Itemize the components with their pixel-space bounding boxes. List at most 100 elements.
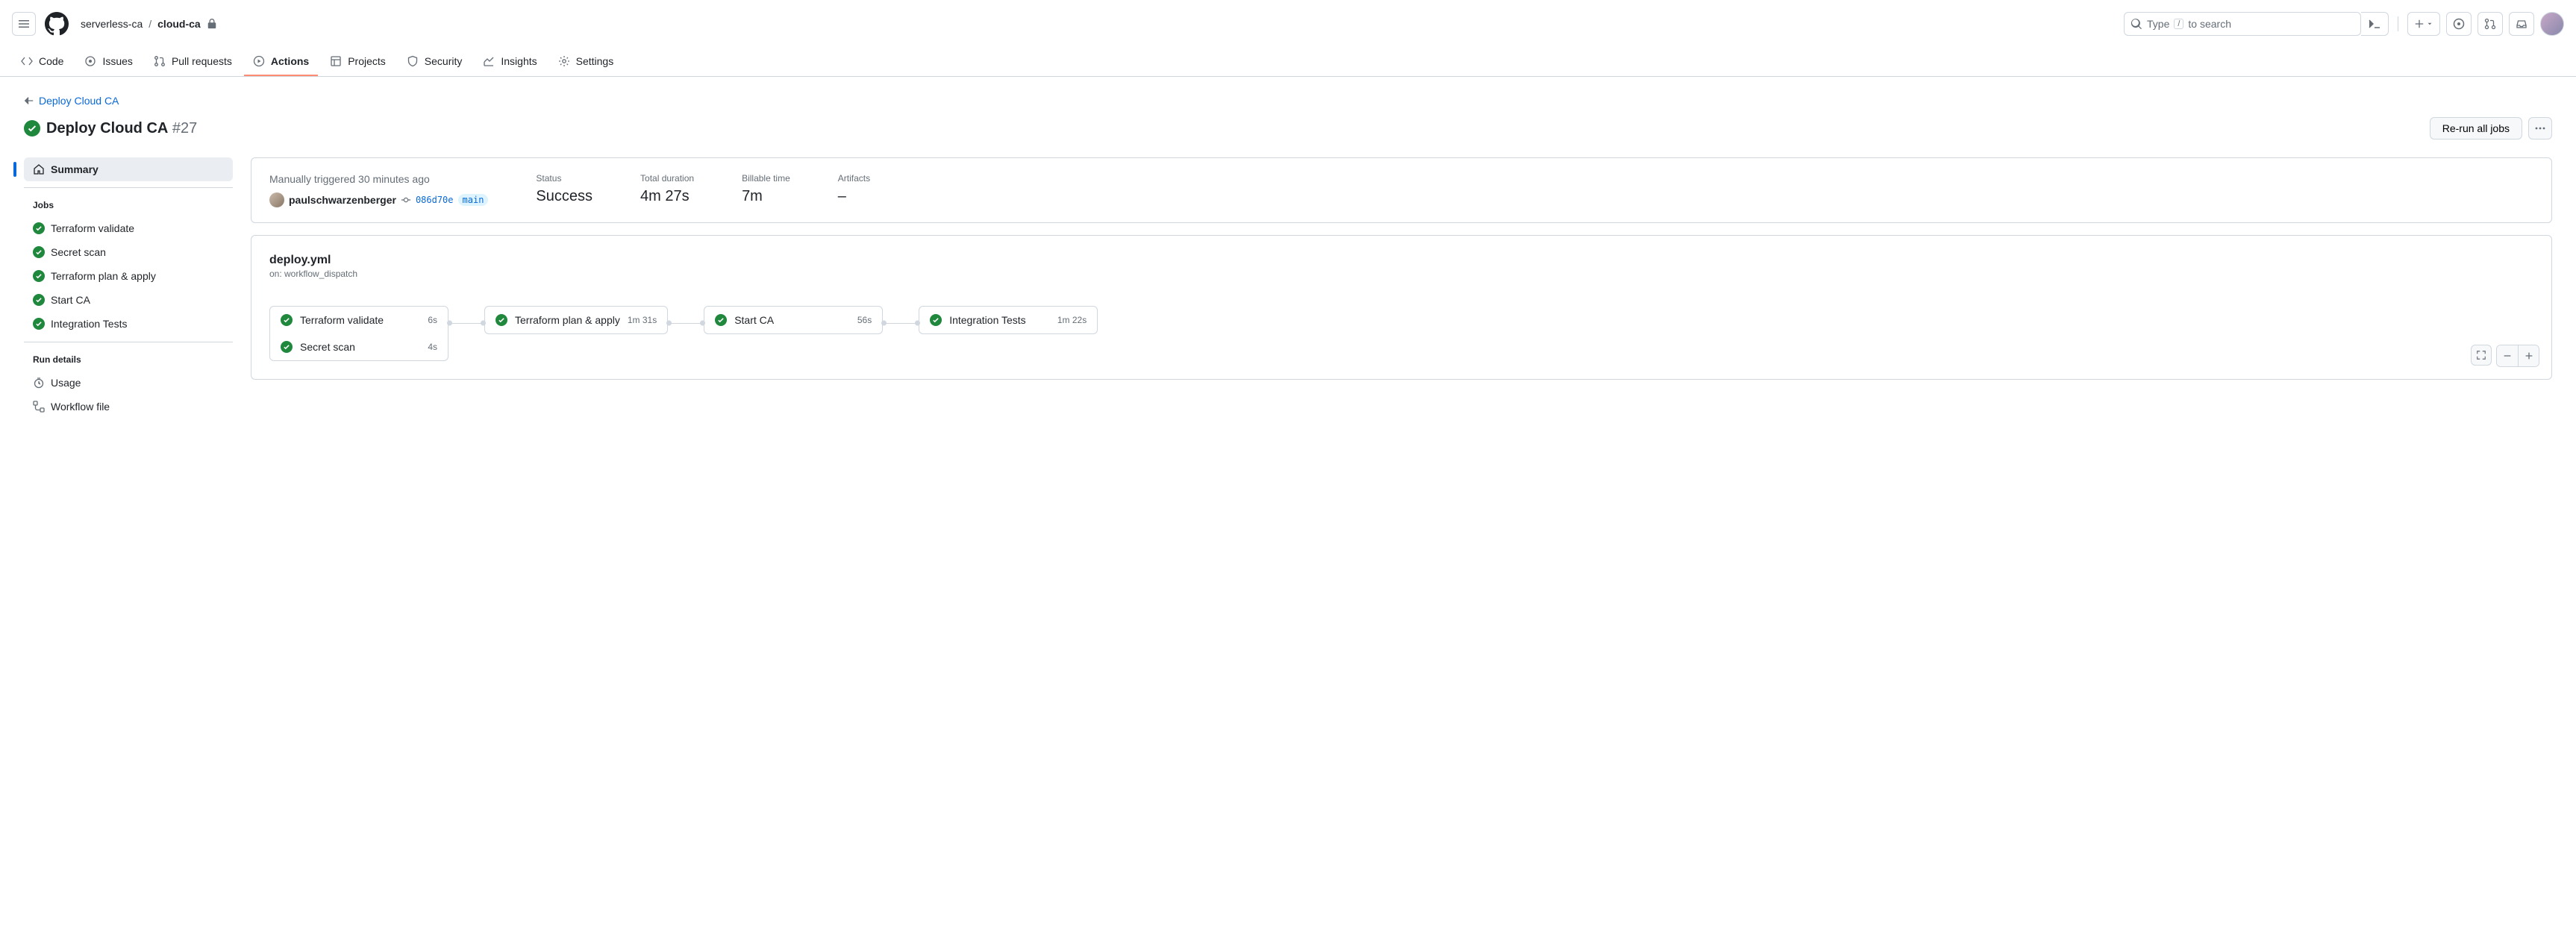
sidebar-job-terraform-plan-apply[interactable]: Terraform plan & apply — [24, 264, 233, 288]
tab-insights[interactable]: Insights — [474, 48, 545, 76]
sidebar-job-secret-scan[interactable]: Secret scan — [24, 240, 233, 264]
search-input[interactable]: Type / to search — [2124, 12, 2361, 36]
back-link[interactable]: Deploy Cloud CA — [24, 95, 119, 107]
tab-label: Security — [425, 55, 463, 67]
tab-issues[interactable]: Issues — [75, 48, 141, 76]
tab-label: Actions — [271, 55, 309, 67]
user-avatar[interactable] — [269, 192, 284, 207]
branch-badge[interactable]: main — [458, 194, 489, 206]
hamburger-menu-button[interactable] — [12, 12, 36, 36]
notifications-button[interactable] — [2509, 12, 2534, 36]
divider — [24, 187, 233, 188]
sidebar-usage[interactable]: Usage — [24, 371, 233, 395]
run-actions: Re-run all jobs — [2430, 117, 2552, 140]
sidebar-job-integration-tests[interactable]: Integration Tests — [24, 312, 233, 336]
code-icon — [21, 55, 33, 67]
sidebar-run-details-heading: Run details — [24, 348, 233, 371]
job-name: Terraform plan & apply — [515, 314, 620, 326]
run-header: Deploy Cloud CA #27 Re-run all jobs — [24, 117, 2552, 140]
summary-artifacts: Artifacts – — [838, 173, 870, 207]
shield-icon — [407, 55, 419, 67]
command-palette-button[interactable] — [2361, 12, 2389, 36]
job-group-stage1: Terraform validate 6s Secret scan 4s — [269, 306, 448, 361]
kebab-horizontal-icon — [2534, 122, 2546, 134]
summary-status: Status Success — [536, 173, 593, 207]
sidebar-item-label: Summary — [51, 163, 99, 175]
tab-settings[interactable]: Settings — [549, 48, 623, 76]
run-number: #27 — [172, 120, 197, 137]
main-layout: Summary Jobs Terraform validate Secret s… — [24, 157, 2552, 419]
triangle-down-icon — [2426, 20, 2433, 28]
tab-code[interactable]: Code — [12, 48, 72, 76]
breadcrumb: serverless-ca / cloud-ca — [81, 18, 217, 30]
sidebar-item-label: Secret scan — [51, 246, 106, 258]
status-success-icon — [24, 120, 40, 137]
hamburger-icon — [18, 18, 30, 30]
trigger-text: Manually triggered 30 minutes ago — [269, 173, 488, 185]
sidebar-job-start-ca[interactable]: Start CA — [24, 288, 233, 312]
tab-label: Projects — [348, 55, 386, 67]
home-icon — [33, 163, 45, 175]
summary-label: Total duration — [640, 173, 694, 184]
job-name: Secret scan — [300, 341, 420, 353]
summary-label: Status — [536, 173, 593, 184]
issue-opened-icon — [2453, 18, 2465, 30]
back-link-text: Deploy Cloud CA — [39, 95, 119, 107]
workflow-graph: Terraform validate 6s Secret scan 4s Ter… — [269, 306, 2533, 361]
issues-button[interactable] — [2446, 12, 2472, 36]
triggered-by-user[interactable]: paulschwarzenberger — [289, 194, 396, 206]
tab-label: Issues — [102, 55, 132, 67]
run-title-wrap: Deploy Cloud CA #27 — [24, 120, 197, 137]
job-node-start-ca[interactable]: Start CA 56s — [704, 306, 883, 334]
job-duration: 56s — [857, 315, 872, 325]
status-success-icon — [33, 318, 45, 330]
workflow-graph-card: deploy.yml on: workflow_dispatch Terrafo… — [251, 235, 2552, 380]
create-new-button[interactable] — [2407, 12, 2440, 36]
sidebar-job-terraform-validate[interactable]: Terraform validate — [24, 216, 233, 240]
zoom-in-button[interactable] — [2518, 345, 2539, 366]
sidebar-item-label: Terraform validate — [51, 222, 134, 234]
summary-value: Success — [536, 188, 593, 205]
breadcrumb-owner[interactable]: serverless-ca — [81, 18, 143, 30]
chevron-right-icon — [2369, 18, 2380, 30]
commit-sha-link[interactable]: 086d70e — [416, 195, 454, 205]
job-node-integration-tests[interactable]: Integration Tests 1m 22s — [919, 306, 1098, 334]
sidebar-item-label: Workflow file — [51, 401, 110, 413]
tab-security[interactable]: Security — [398, 48, 472, 76]
more-actions-button[interactable] — [2528, 117, 2552, 140]
rerun-all-jobs-button[interactable]: Re-run all jobs — [2430, 117, 2522, 140]
zoom-group — [2496, 345, 2539, 367]
status-success-icon — [33, 294, 45, 306]
github-logo-icon[interactable] — [45, 12, 69, 36]
status-success-icon — [715, 314, 727, 326]
job-node-terraform-validate[interactable]: Terraform validate 6s — [270, 307, 448, 333]
status-success-icon — [33, 222, 45, 234]
summary-label: Billable time — [742, 173, 790, 184]
summary-value: 4m 27s — [640, 188, 694, 205]
play-icon — [253, 55, 265, 67]
tab-actions[interactable]: Actions — [244, 48, 318, 76]
sidebar-workflow-file[interactable]: Workflow file — [24, 395, 233, 419]
zoom-out-button[interactable] — [2497, 345, 2518, 366]
graph-connector — [448, 322, 484, 324]
job-node-terraform-plan-apply[interactable]: Terraform plan & apply 1m 31s — [484, 306, 668, 334]
top-header: serverless-ca / cloud-ca Type / to searc… — [0, 0, 2576, 48]
fullscreen-button[interactable] — [2471, 345, 2492, 366]
breadcrumb-repo[interactable]: cloud-ca — [157, 18, 201, 30]
tab-label: Settings — [576, 55, 614, 67]
pull-requests-button[interactable] — [2477, 12, 2503, 36]
graph-connector — [883, 322, 919, 324]
user-avatar[interactable] — [2540, 12, 2564, 36]
status-success-icon — [495, 314, 507, 326]
job-name: Integration Tests — [949, 314, 1050, 326]
run-name: Deploy Cloud CA — [46, 120, 168, 137]
tab-label: Insights — [501, 55, 537, 67]
job-duration: 4s — [428, 342, 437, 352]
tab-pull-requests[interactable]: Pull requests — [145, 48, 241, 76]
workflow-trigger-event: on: workflow_dispatch — [269, 269, 2533, 279]
tab-projects[interactable]: Projects — [321, 48, 395, 76]
sidebar-summary[interactable]: Summary — [24, 157, 233, 181]
job-node-secret-scan[interactable]: Secret scan 4s — [270, 333, 448, 360]
zoom-controls — [2471, 345, 2539, 367]
fullscreen-icon — [2476, 350, 2486, 360]
